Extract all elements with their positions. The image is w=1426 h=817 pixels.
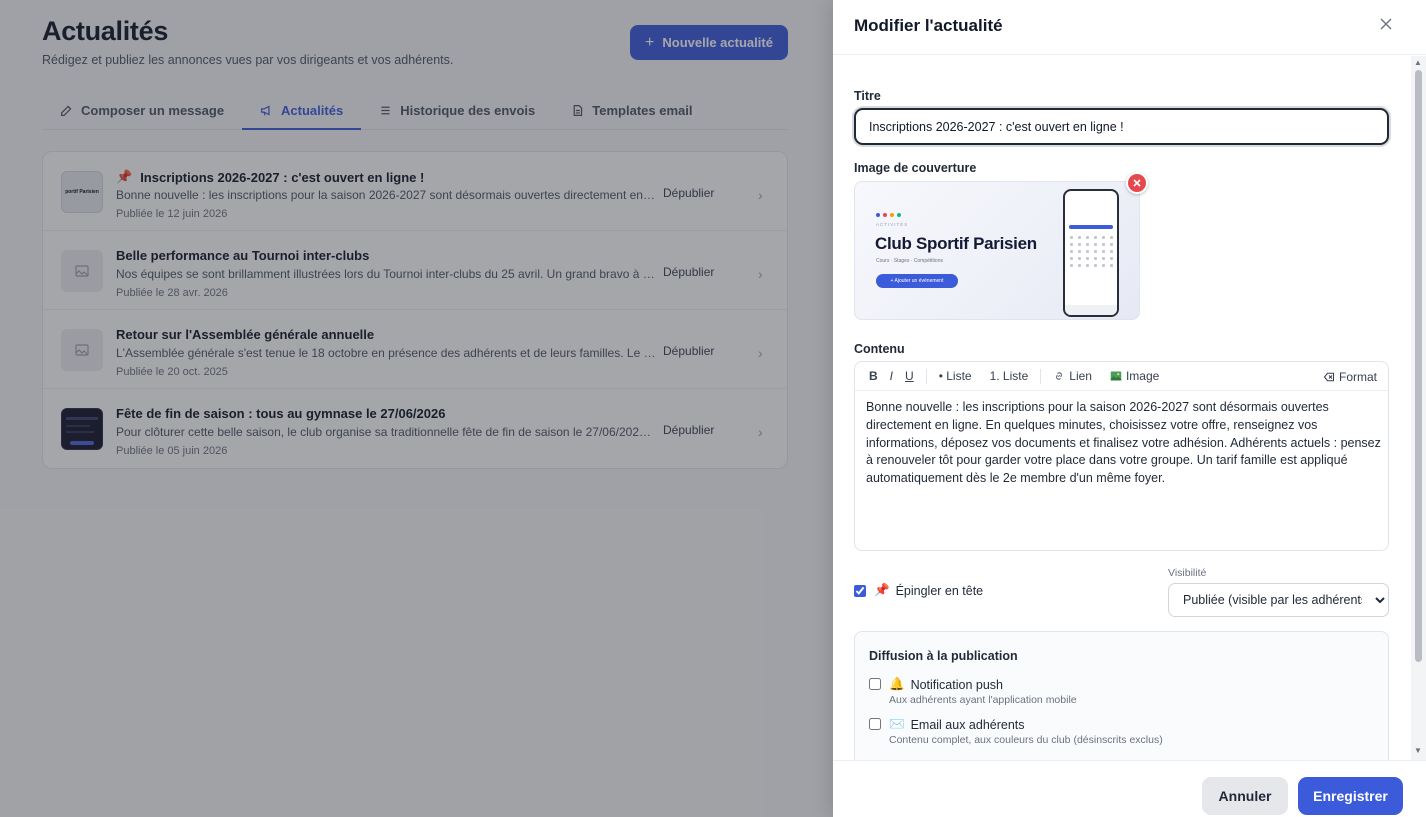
- content-label: Contenu: [854, 342, 905, 356]
- drawer-scrollbar[interactable]: ▲ ▼: [1411, 56, 1426, 760]
- envelope-icon: ✉️: [889, 717, 905, 731]
- drawer-body: Titre Image de couverture ACTIVITÉS Club…: [833, 56, 1413, 760]
- visibility-label: Visibilité: [1168, 567, 1207, 579]
- editor-content[interactable]: Bonne nouvelle : les inscriptions pour l…: [866, 399, 1381, 488]
- close-icon: [1133, 179, 1141, 187]
- cover-dots: [876, 213, 901, 217]
- image-label: Image: [1125, 369, 1160, 383]
- rich-text-editor: B I U • Liste 1. Liste Lien Image Format: [854, 361, 1389, 551]
- scroll-thumb[interactable]: [1415, 70, 1422, 662]
- numbered-list-button[interactable]: 1. Liste: [984, 365, 1035, 387]
- link-label: Lien: [1069, 369, 1092, 383]
- drawer-footer: Annuler Enregistrer: [833, 760, 1426, 817]
- visibility-select[interactable]: Publiée (visible par les adhérents): [1168, 583, 1389, 617]
- close-icon[interactable]: [1377, 15, 1395, 33]
- image-icon: [1110, 371, 1122, 381]
- push-notification-checkbox[interactable]: [869, 678, 881, 690]
- bell-icon: 🔔: [889, 677, 905, 691]
- push-notification-desc: Aux adhérents ayant l'application mobile: [889, 694, 1077, 706]
- email-checkbox[interactable]: [869, 718, 881, 730]
- link-icon: [1056, 372, 1063, 380]
- modal-backdrop[interactable]: [0, 0, 833, 817]
- push-notification-label: 🔔 Notification push: [889, 677, 1003, 692]
- cover-label: Image de couverture: [854, 161, 977, 175]
- pin-checkbox[interactable]: [854, 585, 866, 597]
- pin-label-text: Épingler en tête: [895, 583, 984, 598]
- cover-tagline: Cours · Stages · Compétitions: [876, 258, 943, 264]
- link-button[interactable]: Lien: [1047, 365, 1098, 387]
- drawer-header: Modifier l'actualité: [833, 0, 1426, 55]
- editor-toolbar: B I U • Liste 1. Liste Lien Image Format: [855, 362, 1388, 391]
- image-button[interactable]: Image: [1104, 365, 1165, 387]
- cover-kicker: ACTIVITÉS: [876, 222, 909, 227]
- remove-cover-button[interactable]: [1126, 172, 1148, 194]
- cover-image[interactable]: ACTIVITÉS Club Sportif Parisien Cours · …: [854, 181, 1140, 320]
- drawer-title: Modifier l'actualité: [854, 16, 1003, 35]
- toolbar-divider: [925, 368, 927, 384]
- bullet-list-button[interactable]: • Liste: [933, 365, 978, 387]
- italic-button[interactable]: I: [884, 365, 899, 387]
- title-label: Titre: [854, 89, 881, 103]
- title-input[interactable]: [854, 108, 1389, 145]
- pin-label[interactable]: 📌 Épingler en tête: [874, 583, 983, 598]
- cancel-button[interactable]: Annuler: [1202, 777, 1288, 815]
- format-label: Format: [1339, 370, 1378, 384]
- clear-format-button[interactable]: Format: [1317, 366, 1383, 388]
- scroll-down-arrow-icon[interactable]: ▼: [1414, 746, 1422, 755]
- email-label: ✉️ Email aux adhérents: [889, 717, 1025, 732]
- pin-icon: 📌: [874, 583, 890, 597]
- edit-news-drawer: Modifier l'actualité Titre Image de couv…: [833, 0, 1426, 817]
- eraser-icon: [1323, 372, 1335, 382]
- underline-button[interactable]: U: [899, 365, 920, 387]
- bold-button[interactable]: B: [863, 365, 884, 387]
- scroll-up-arrow-icon[interactable]: ▲: [1414, 58, 1422, 67]
- save-button[interactable]: Enregistrer: [1298, 777, 1403, 815]
- toolbar-divider: [1040, 368, 1042, 384]
- diffusion-panel: Diffusion à la publication 🔔 Notificatio…: [854, 631, 1389, 760]
- diffusion-title: Diffusion à la publication: [869, 649, 1018, 663]
- cover-cta: + Ajouter un événement: [876, 274, 958, 288]
- phone-mockup: [1063, 189, 1119, 317]
- email-desc: Contenu complet, aux couleurs du club (d…: [889, 734, 1163, 746]
- cover-club-name: Club Sportif Parisien: [875, 234, 1037, 253]
